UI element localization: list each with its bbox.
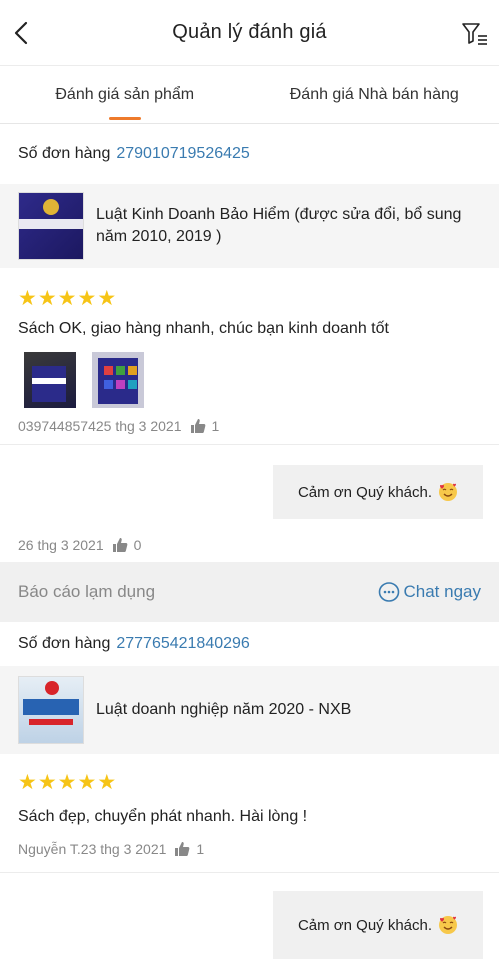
chat-now-label: Chat ngay xyxy=(403,582,482,601)
star-rating: ★ ★ ★ ★ ★ xyxy=(0,754,499,796)
seller-reply-section: Cảm ơn Quý khách. 26 thg 3 2021 0 xyxy=(0,444,499,562)
star-icon: ★ xyxy=(37,286,57,310)
star-icon: ★ xyxy=(97,286,117,310)
reply-date: 26 thg 3 2021 xyxy=(18,537,104,553)
order-number-row: Số đơn hàng 279010719526425 xyxy=(0,124,499,184)
order-number-link[interactable]: 277765421840296 xyxy=(116,635,249,653)
reviewer-date: 039744857425 thg 3 2021 xyxy=(18,418,182,434)
thumbs-up-icon[interactable] xyxy=(190,418,206,434)
tab-product-reviews[interactable]: Đánh giá sản phẩm xyxy=(0,66,250,123)
review-card: Số đơn hàng 279010719526425 Luật Kinh Do… xyxy=(0,124,499,562)
star-icon: ★ xyxy=(77,286,97,310)
like-count: 1 xyxy=(196,841,205,857)
like-count: 1 xyxy=(211,418,220,434)
product-row[interactable]: Luật Kinh Doanh Bảo Hiểm (được sửa đổi, … xyxy=(0,184,499,268)
chat-now-button[interactable]: Chat ngay xyxy=(378,581,482,603)
product-thumbnail xyxy=(18,192,84,260)
product-thumbnail xyxy=(18,676,84,744)
review-meta: Nguyễn T.23 thg 3 2021 1 xyxy=(0,826,499,872)
review-comment: Sách OK, giao hàng nhanh, chúc bạn kinh … xyxy=(18,320,389,337)
review-action-bar: Báo cáo lạm dụng Chat ngay xyxy=(0,562,499,622)
review-meta: 039744857425 thg 3 2021 1 xyxy=(0,408,499,444)
smiling-face-with-hearts-icon xyxy=(439,916,458,934)
review-card: Số đơn hàng 277765421840296 Luật doanh n… xyxy=(0,622,499,960)
product-name: Luật doanh nghiệp năm 2020 - NXB xyxy=(96,701,352,718)
reviewer-date: Nguyễn T.23 thg 3 2021 xyxy=(18,841,167,857)
review-management-screen: Quản lý đánh giá Đánh giá sản phẩm Đánh … xyxy=(0,0,499,960)
review-photo[interactable] xyxy=(24,352,76,408)
star-icon: ★ xyxy=(57,286,77,310)
seller-reply-section: Cảm ơn Quý khách. xyxy=(0,872,499,960)
star-icon: ★ xyxy=(57,770,77,794)
seller-reply-bubble: Cảm ơn Quý khách. xyxy=(273,465,483,519)
smiling-face-with-hearts-icon xyxy=(439,483,458,501)
star-icon: ★ xyxy=(77,770,97,794)
review-photo[interactable] xyxy=(92,352,144,408)
order-number-label: Số đơn hàng xyxy=(18,635,111,652)
seller-reply-bubble: Cảm ơn Quý khách. xyxy=(273,891,483,959)
review-photos xyxy=(0,338,499,408)
seller-reply-text: Cảm ơn Quý khách. xyxy=(297,916,433,934)
review-tabs: Đánh giá sản phẩm Đánh giá Nhà bán hàng xyxy=(0,66,499,124)
back-arrow-icon[interactable] xyxy=(10,19,34,47)
star-rating: ★ ★ ★ ★ ★ xyxy=(0,268,499,314)
report-abuse-button[interactable]: Báo cáo lạm dụng xyxy=(18,582,155,602)
filter-icon[interactable] xyxy=(461,21,489,47)
star-icon: ★ xyxy=(97,770,117,794)
review-comment: Sách đẹp, chuyển phát nhanh. Hài lòng ! xyxy=(18,808,308,825)
star-icon: ★ xyxy=(37,770,57,794)
seller-reply-meta: 26 thg 3 2021 0 xyxy=(18,537,141,553)
top-bar: Quản lý đánh giá xyxy=(0,0,499,66)
star-icon: ★ xyxy=(18,286,37,310)
product-row[interactable]: Luật doanh nghiệp năm 2020 - NXB xyxy=(0,666,499,754)
chat-bubble-icon xyxy=(378,582,399,602)
order-number-label: Số đơn hàng xyxy=(18,145,111,162)
thumbs-up-icon[interactable] xyxy=(112,537,128,553)
star-icon: ★ xyxy=(18,770,37,794)
order-number-row: Số đơn hàng 277765421840296 xyxy=(0,622,499,666)
tab-seller-reviews[interactable]: Đánh giá Nhà bán hàng xyxy=(250,66,499,123)
product-name: Luật Kinh Doanh Bảo Hiểm (được sửa đổi, … xyxy=(96,206,462,245)
thumbs-up-icon[interactable] xyxy=(174,841,190,857)
like-count: 0 xyxy=(133,537,142,553)
page-title: Quản lý đánh giá xyxy=(172,21,327,43)
order-number-link[interactable]: 279010719526425 xyxy=(116,145,249,163)
seller-reply-text: Cảm ơn Quý khách. xyxy=(297,483,433,501)
